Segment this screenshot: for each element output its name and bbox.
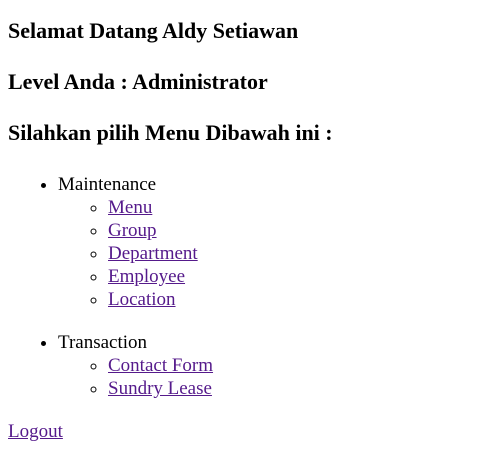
logout-container: Logout [8, 420, 474, 443]
list-item: Location [108, 288, 474, 311]
menu-prompt-heading: Silahkan pilih Menu Dibawah ini : [8, 120, 333, 145]
department-link[interactable]: Department [108, 243, 198, 264]
maintenance-section: Maintenance Menu Group Department Employ… [58, 173, 474, 311]
list-item: Contact Form [108, 354, 474, 377]
transaction-submenu: Contact Form Sundry Lease [58, 354, 474, 400]
list-item: Menu [108, 196, 474, 219]
menu-link[interactable]: Menu [108, 197, 152, 218]
transaction-label: Transaction [58, 332, 148, 353]
page: Selamat Datang Aldy Setiawan Level Anda … [0, 0, 482, 443]
user-level-heading: Level Anda : Administrator [8, 69, 268, 94]
list-item: Sundry Lease [108, 377, 474, 400]
location-link[interactable]: Location [108, 289, 176, 310]
transaction-section: Transaction Contact Form Sundry Lease [58, 331, 474, 400]
maintenance-list: Maintenance Menu Group Department Employ… [8, 173, 474, 311]
list-item: Department [108, 242, 474, 265]
group-link[interactable]: Group [108, 220, 157, 241]
employee-link[interactable]: Employee [108, 266, 185, 287]
list-item: Employee [108, 265, 474, 288]
contact-form-link[interactable]: Contact Form [108, 355, 213, 376]
maintenance-label: Maintenance [58, 174, 157, 195]
sundry-lease-link[interactable]: Sundry Lease [108, 378, 212, 399]
maintenance-submenu: Menu Group Department Employee Location [58, 196, 474, 311]
welcome-heading: Selamat Datang Aldy Setiawan [8, 18, 299, 43]
transaction-list: Transaction Contact Form Sundry Lease [8, 331, 474, 400]
logout-link[interactable]: Logout [8, 421, 63, 442]
list-item: Group [108, 219, 474, 242]
